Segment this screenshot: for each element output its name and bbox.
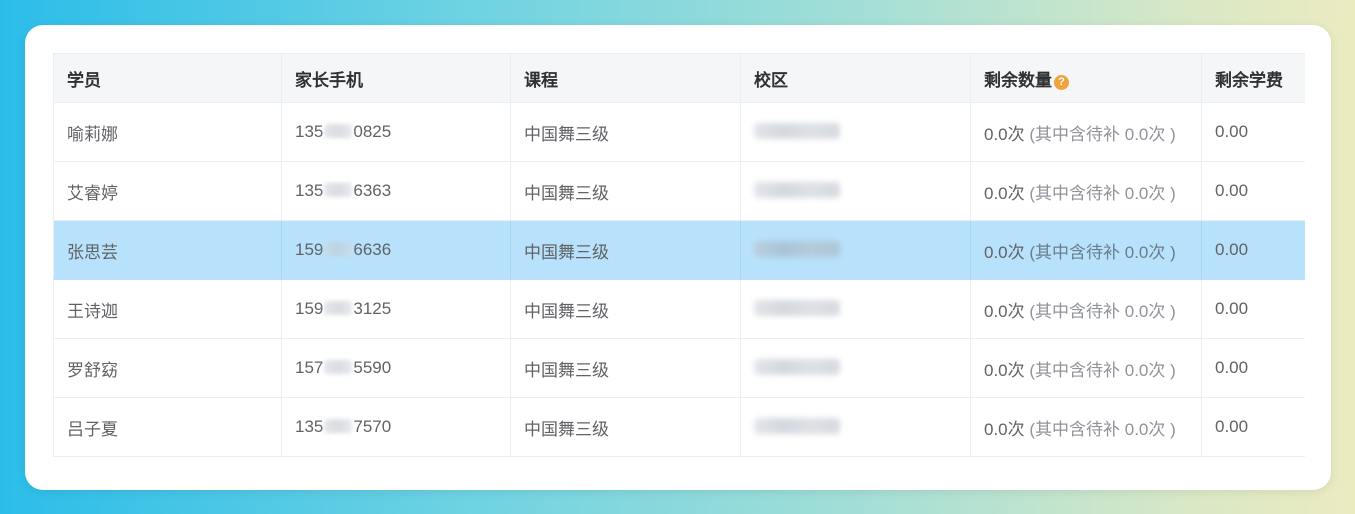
pending-note: (其中含待补 0.0次 ): [1029, 419, 1176, 439]
cell-campus: [740, 338, 971, 398]
pending-note: (其中含待补 0.0次 ): [1029, 183, 1176, 203]
cell-student: 王诗迦: [53, 279, 282, 339]
cell-campus: [740, 397, 971, 457]
cell-course: 中国舞三级: [510, 279, 741, 339]
campus-redacted: [754, 359, 840, 375]
cell-student: 罗舒窈: [53, 338, 282, 398]
phone-masked-digits: [324, 419, 353, 433]
campus-redacted: [754, 418, 840, 434]
column-header-remaining-fee: 剩余学费: [1201, 53, 1305, 103]
remaining-value: 0.0次: [984, 183, 1025, 203]
cell-remaining-count: 0.0次 (其中含待补 0.0次 ): [970, 161, 1202, 221]
table-row[interactable]: 艾睿婷 135 6363 中国舞三级 0.0次 (其中含待补 0.0次 ) 0.0…: [53, 161, 1305, 221]
table-row[interactable]: 吕子夏 135 7570 中国舞三级 0.0次 (其中含待补 0.0次 ) 0.0…: [53, 397, 1305, 457]
remaining-value: 0.0次: [984, 242, 1025, 262]
phone-masked-digits: [324, 301, 353, 315]
table-row[interactable]: 喻莉娜 135 0825 中国舞三级 0.0次 (其中含待补 0.0次 ) 0.0…: [53, 102, 1305, 162]
pending-note: (其中含待补 0.0次 ): [1029, 124, 1176, 144]
student-table: 学员 家长手机 课程 校区 剩余数量? 剩余学费 喻莉娜 135 0825 中国舞…: [53, 53, 1305, 457]
column-header-course: 课程: [510, 53, 741, 103]
cell-course: 中国舞三级: [510, 102, 741, 162]
column-header-parent-phone: 家长手机: [281, 53, 511, 103]
phone-prefix: 135: [295, 417, 324, 436]
cell-remaining-fee: 0.00: [1201, 338, 1305, 398]
campus-redacted: [754, 241, 840, 257]
pending-note: (其中含待补 0.0次 ): [1029, 360, 1176, 380]
cell-parent-phone: 135 0825: [281, 102, 511, 162]
cell-remaining-count: 0.0次 (其中含待补 0.0次 ): [970, 220, 1202, 280]
cell-parent-phone: 159 6636: [281, 220, 511, 280]
student-table-card: 学员 家长手机 课程 校区 剩余数量? 剩余学费 喻莉娜 135 0825 中国舞…: [25, 25, 1331, 490]
remaining-value: 0.0次: [984, 360, 1025, 380]
column-header-campus: 校区: [740, 53, 971, 103]
cell-campus: [740, 279, 971, 339]
table-header: 学员 家长手机 课程 校区 剩余数量? 剩余学费: [53, 53, 1305, 103]
cell-parent-phone: 157 5590: [281, 338, 511, 398]
pending-note: (其中含待补 0.0次 ): [1029, 301, 1176, 321]
cell-course: 中国舞三级: [510, 397, 741, 457]
phone-prefix: 157: [295, 358, 324, 377]
pending-note: (其中含待补 0.0次 ): [1029, 242, 1176, 262]
cell-parent-phone: 135 7570: [281, 397, 511, 457]
column-header-student: 学员: [53, 53, 282, 103]
phone-masked-digits: [324, 183, 353, 197]
column-header-remaining-count: 剩余数量?: [970, 53, 1202, 103]
cell-campus: [740, 220, 971, 280]
cell-remaining-fee: 0.00: [1201, 161, 1305, 221]
cell-student: 吕子夏: [53, 397, 282, 457]
phone-suffix: 7570: [353, 417, 392, 436]
remaining-value: 0.0次: [984, 124, 1025, 144]
cell-course: 中国舞三级: [510, 338, 741, 398]
phone-masked-digits: [324, 360, 353, 374]
table-row-selected[interactable]: 张思芸 159 6636 中国舞三级 0.0次 (其中含待补 0.0次 ) 0.0…: [53, 220, 1305, 280]
cell-remaining-fee: 0.00: [1201, 102, 1305, 162]
phone-suffix: 6363: [353, 181, 392, 200]
campus-redacted: [754, 300, 840, 316]
table-row[interactable]: 王诗迦 159 3125 中国舞三级 0.0次 (其中含待补 0.0次 ) 0.0…: [53, 279, 1305, 339]
remaining-value: 0.0次: [984, 419, 1025, 439]
cell-parent-phone: 135 6363: [281, 161, 511, 221]
phone-suffix: 0825: [353, 122, 392, 141]
cell-course: 中国舞三级: [510, 161, 741, 221]
cell-remaining-fee: 0.00: [1201, 279, 1305, 339]
phone-prefix: 135: [295, 122, 324, 141]
table-row[interactable]: 罗舒窈 157 5590 中国舞三级 0.0次 (其中含待补 0.0次 ) 0.0…: [53, 338, 1305, 398]
phone-suffix: 6636: [353, 240, 392, 259]
cell-remaining-count: 0.0次 (其中含待补 0.0次 ): [970, 102, 1202, 162]
cell-campus: [740, 102, 971, 162]
cell-course: 中国舞三级: [510, 220, 741, 280]
phone-suffix: 5590: [353, 358, 392, 377]
cell-remaining-fee: 0.00: [1201, 220, 1305, 280]
campus-redacted: [754, 182, 840, 198]
phone-prefix: 159: [295, 240, 324, 259]
phone-masked-digits: [324, 242, 353, 256]
question-circle-icon[interactable]: ?: [1054, 74, 1069, 90]
cell-remaining-count: 0.0次 (其中含待补 0.0次 ): [970, 338, 1202, 398]
cell-remaining-count: 0.0次 (其中含待补 0.0次 ): [970, 397, 1202, 457]
phone-prefix: 159: [295, 299, 324, 318]
cell-student: 喻莉娜: [53, 102, 282, 162]
phone-prefix: 135: [295, 181, 324, 200]
cell-campus: [740, 161, 971, 221]
cell-remaining-fee: 0.00: [1201, 397, 1305, 457]
column-header-remaining-label: 剩余数量: [984, 70, 1052, 90]
cell-parent-phone: 159 3125: [281, 279, 511, 339]
student-table-scroll-area[interactable]: 学员 家长手机 课程 校区 剩余数量? 剩余学费 喻莉娜 135 0825 中国舞…: [53, 53, 1305, 490]
cell-remaining-count: 0.0次 (其中含待补 0.0次 ): [970, 279, 1202, 339]
phone-suffix: 3125: [353, 299, 392, 318]
remaining-value: 0.0次: [984, 301, 1025, 321]
campus-redacted: [754, 123, 840, 139]
cell-student: 艾睿婷: [53, 161, 282, 221]
phone-masked-digits: [324, 124, 353, 138]
cell-student: 张思芸: [53, 220, 282, 280]
